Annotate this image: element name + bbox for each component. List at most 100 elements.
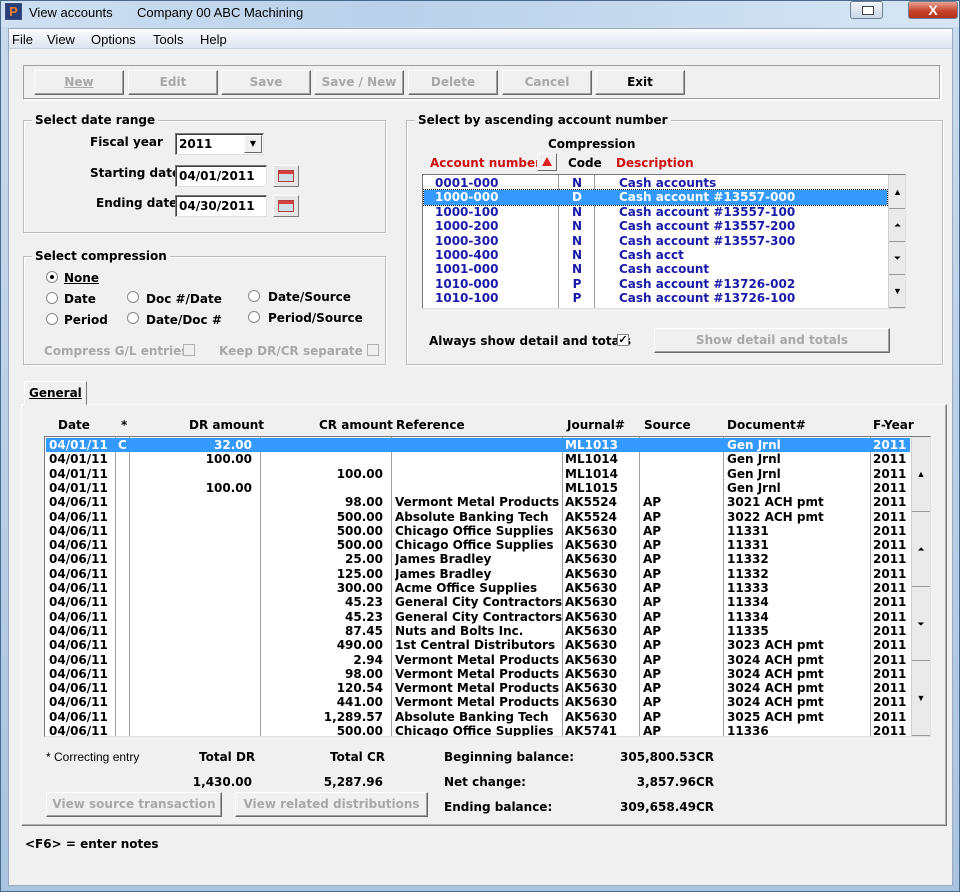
table-row[interactable]: 04/06/11 45.23 General City Contractors AK5… — [46, 595, 910, 609]
menu-file[interactable]: File — [12, 32, 33, 47]
compression-group: Select compression None Date Period Doc … — [23, 249, 386, 365]
account-list-item[interactable]: 0001-000 N Cash accounts — [424, 176, 887, 190]
document-cell: 11331 — [727, 538, 769, 553]
close-button[interactable]: X — [908, 1, 958, 19]
save-new-button[interactable]: Save / New — [314, 70, 404, 95]
radio-date[interactable] — [46, 292, 58, 304]
window-title: View accounts — [29, 5, 113, 20]
radio-period[interactable] — [46, 313, 58, 325]
menu-options[interactable]: Options — [91, 32, 136, 47]
app-logo-icon: P — [5, 3, 22, 20]
table-row[interactable]: 04/01/11 100.00 ML1014 Gen Jrnl 2011 — [46, 467, 910, 481]
document-cell: 11334 — [727, 609, 769, 624]
keep-drcr-checkbox[interactable] — [367, 344, 379, 356]
fiscal-year-select[interactable]: 2011 ▼ — [175, 133, 264, 155]
starting-date-input[interactable]: 04/01/2011 — [175, 165, 267, 187]
col-account-number[interactable]: Account number — [430, 156, 541, 170]
table-row[interactable]: 04/06/11 490.00 1st Central Distributors AK… — [46, 638, 910, 652]
scroll-up-icon[interactable]: ▲ — [889, 175, 905, 209]
account-list-item[interactable]: 1010-100 P Cash account #13726-100 — [424, 291, 887, 305]
account-list-item[interactable]: 1000-000 D Cash account #13557-000 — [423, 189, 888, 206]
transaction-grid[interactable]: 04/01/11 C 32.00 ML1013 Gen Jrnl 2011 04/01/11… — [44, 436, 931, 737]
table-row[interactable]: 04/06/11 500.00 Chicago Office Supplies AK5… — [46, 724, 910, 737]
new-button[interactable]: New — [34, 70, 124, 95]
cancel-button[interactable]: Cancel — [502, 70, 592, 95]
compress-gl-checkbox[interactable] — [183, 344, 195, 356]
col-cr-amount: CR amount — [319, 418, 393, 432]
page-up-icon[interactable]: ⏶ — [889, 209, 905, 242]
fyear-cell: 2011 — [873, 452, 907, 467]
page-up-icon[interactable]: ⏶ — [912, 512, 930, 587]
radio-none[interactable] — [46, 271, 58, 283]
document-cell: Gen Jrnl — [727, 438, 781, 452]
reference-cell: Nuts and Bolts Inc. — [395, 623, 524, 638]
grid-scrollbar[interactable]: ▲ ⏶ ⏷ ▼ — [911, 437, 930, 736]
account-list-scrollbar[interactable]: ▲ ⏶ ⏷ ▼ — [888, 175, 905, 308]
chevron-down-icon[interactable]: ▼ — [244, 135, 262, 153]
source-cell: AP — [643, 638, 662, 653]
account-list-item[interactable]: 1010-000 P Cash account #13726-002 — [424, 277, 887, 291]
radio-date-doc[interactable] — [127, 312, 139, 324]
table-row[interactable]: 04/06/11 500.00 Chicago Office Supplies AK5… — [46, 538, 910, 552]
save-button[interactable]: Save — [221, 70, 311, 95]
radio-doc-date[interactable] — [127, 291, 139, 303]
calendar-icon[interactable] — [273, 165, 299, 187]
table-row[interactable]: 04/06/11 125.00 James Bradley AK5630 AP 11332… — [46, 567, 910, 581]
account-list-item[interactable]: 1000-300 N Cash account #13557-300 — [424, 234, 887, 248]
scroll-down-icon[interactable]: ▼ — [912, 661, 930, 736]
table-row[interactable]: 04/01/11 100.00 ML1014 Gen Jrnl 2011 — [46, 452, 910, 466]
page-down-icon[interactable]: ⏷ — [912, 587, 930, 661]
table-row[interactable]: 04/01/11 100.00 ML1015 Gen Jrnl 2011 — [46, 481, 910, 495]
restore-button[interactable] — [850, 1, 883, 19]
table-row[interactable]: 04/06/11 45.23 General City Contractors AK5… — [46, 610, 910, 624]
always-show-checkbox[interactable]: ✓ — [617, 334, 629, 346]
table-row[interactable]: 04/06/11 500.00 Absolute Banking Tech AK552… — [46, 510, 910, 524]
table-row[interactable]: 04/06/11 120.54 Vermont Metal Products AK56… — [46, 681, 910, 695]
table-row[interactable]: 04/01/11 C 32.00 ML1013 Gen Jrnl 2011 — [46, 438, 910, 453]
table-row[interactable]: 04/06/11 441.00 Vermont Metal Products AK56… — [46, 695, 910, 709]
cr-amount-cell: 500.00 — [336, 724, 383, 737]
col-flag: * — [121, 418, 128, 432]
table-row[interactable]: 04/06/11 2.94 Vermont Metal Products AK5630… — [46, 653, 910, 667]
table-row[interactable]: 04/06/11 98.00 Vermont Metal Products AK563… — [46, 667, 910, 681]
account-list-item[interactable]: 1001-000 N Cash account — [424, 262, 887, 276]
menu-view[interactable]: View — [47, 32, 75, 47]
account-list[interactable]: 0001-000 N Cash accounts 1000-000 D Cash acco… — [422, 174, 906, 309]
menu-help[interactable]: Help — [200, 32, 227, 47]
table-row[interactable]: 04/06/11 98.00 Vermont Metal Products AK552… — [46, 495, 910, 509]
scroll-up-icon[interactable]: ▲ — [912, 437, 930, 512]
account-number: 1010-000 — [435, 276, 499, 291]
journal-cell: AK5630 — [565, 523, 617, 538]
table-row[interactable]: 04/06/11 300.00 Acme Office Supplies AK5630… — [46, 581, 910, 595]
table-row[interactable]: 04/06/11 25.00 James Bradley AK5630 AP 11332 2… — [46, 552, 910, 566]
table-row[interactable]: 04/06/11 1,289.57 Absolute Banking Tech AK5… — [46, 710, 910, 724]
document-cell: 3024 ACH pmt — [727, 666, 824, 681]
page-down-icon[interactable]: ⏷ — [889, 242, 905, 275]
menu-tools[interactable]: Tools — [153, 32, 183, 47]
table-row[interactable]: 04/06/11 500.00 Chicago Office Supplies AK5… — [46, 524, 910, 538]
ending-date-input[interactable]: 04/30/2011 — [175, 195, 267, 217]
show-detail-button[interactable]: Show detail and totals — [654, 328, 890, 353]
fiscal-year-label: Fiscal year — [90, 135, 163, 149]
scroll-down-icon[interactable]: ▼ — [889, 275, 905, 308]
view-related-distributions-button[interactable]: View related distributions — [235, 792, 428, 817]
delete-button[interactable]: Delete — [408, 70, 498, 95]
source-cell: AP — [643, 581, 662, 595]
table-row[interactable]: 04/06/11 87.45 Nuts and Bolts Inc. AK5630 AP… — [46, 624, 910, 638]
radio-date-source[interactable] — [248, 290, 260, 302]
sort-ascending-icon[interactable] — [537, 153, 557, 171]
edit-button[interactable]: Edit — [128, 70, 218, 95]
date-cell: 04/01/11 — [49, 466, 108, 481]
reference-cell: Acme Office Supplies — [395, 581, 538, 595]
view-source-transaction-button[interactable]: View source transaction — [46, 792, 222, 817]
calendar-icon[interactable] — [273, 195, 299, 217]
tab-general[interactable]: General — [24, 381, 87, 405]
account-list-item[interactable]: 1000-200 N Cash account #13557-200 — [424, 219, 887, 233]
account-list-item[interactable]: 1000-400 N Cash acct — [424, 248, 887, 262]
exit-button[interactable]: Exit — [595, 70, 685, 95]
col-description[interactable]: Description — [616, 156, 694, 170]
account-list-item[interactable]: 1000-100 N Cash account #13557-100 — [424, 205, 887, 219]
correcting-entry-note: * Correcting entry — [46, 750, 140, 764]
radio-period-source[interactable] — [248, 311, 260, 323]
keep-drcr-label: Keep DR/CR separate — [219, 344, 363, 358]
